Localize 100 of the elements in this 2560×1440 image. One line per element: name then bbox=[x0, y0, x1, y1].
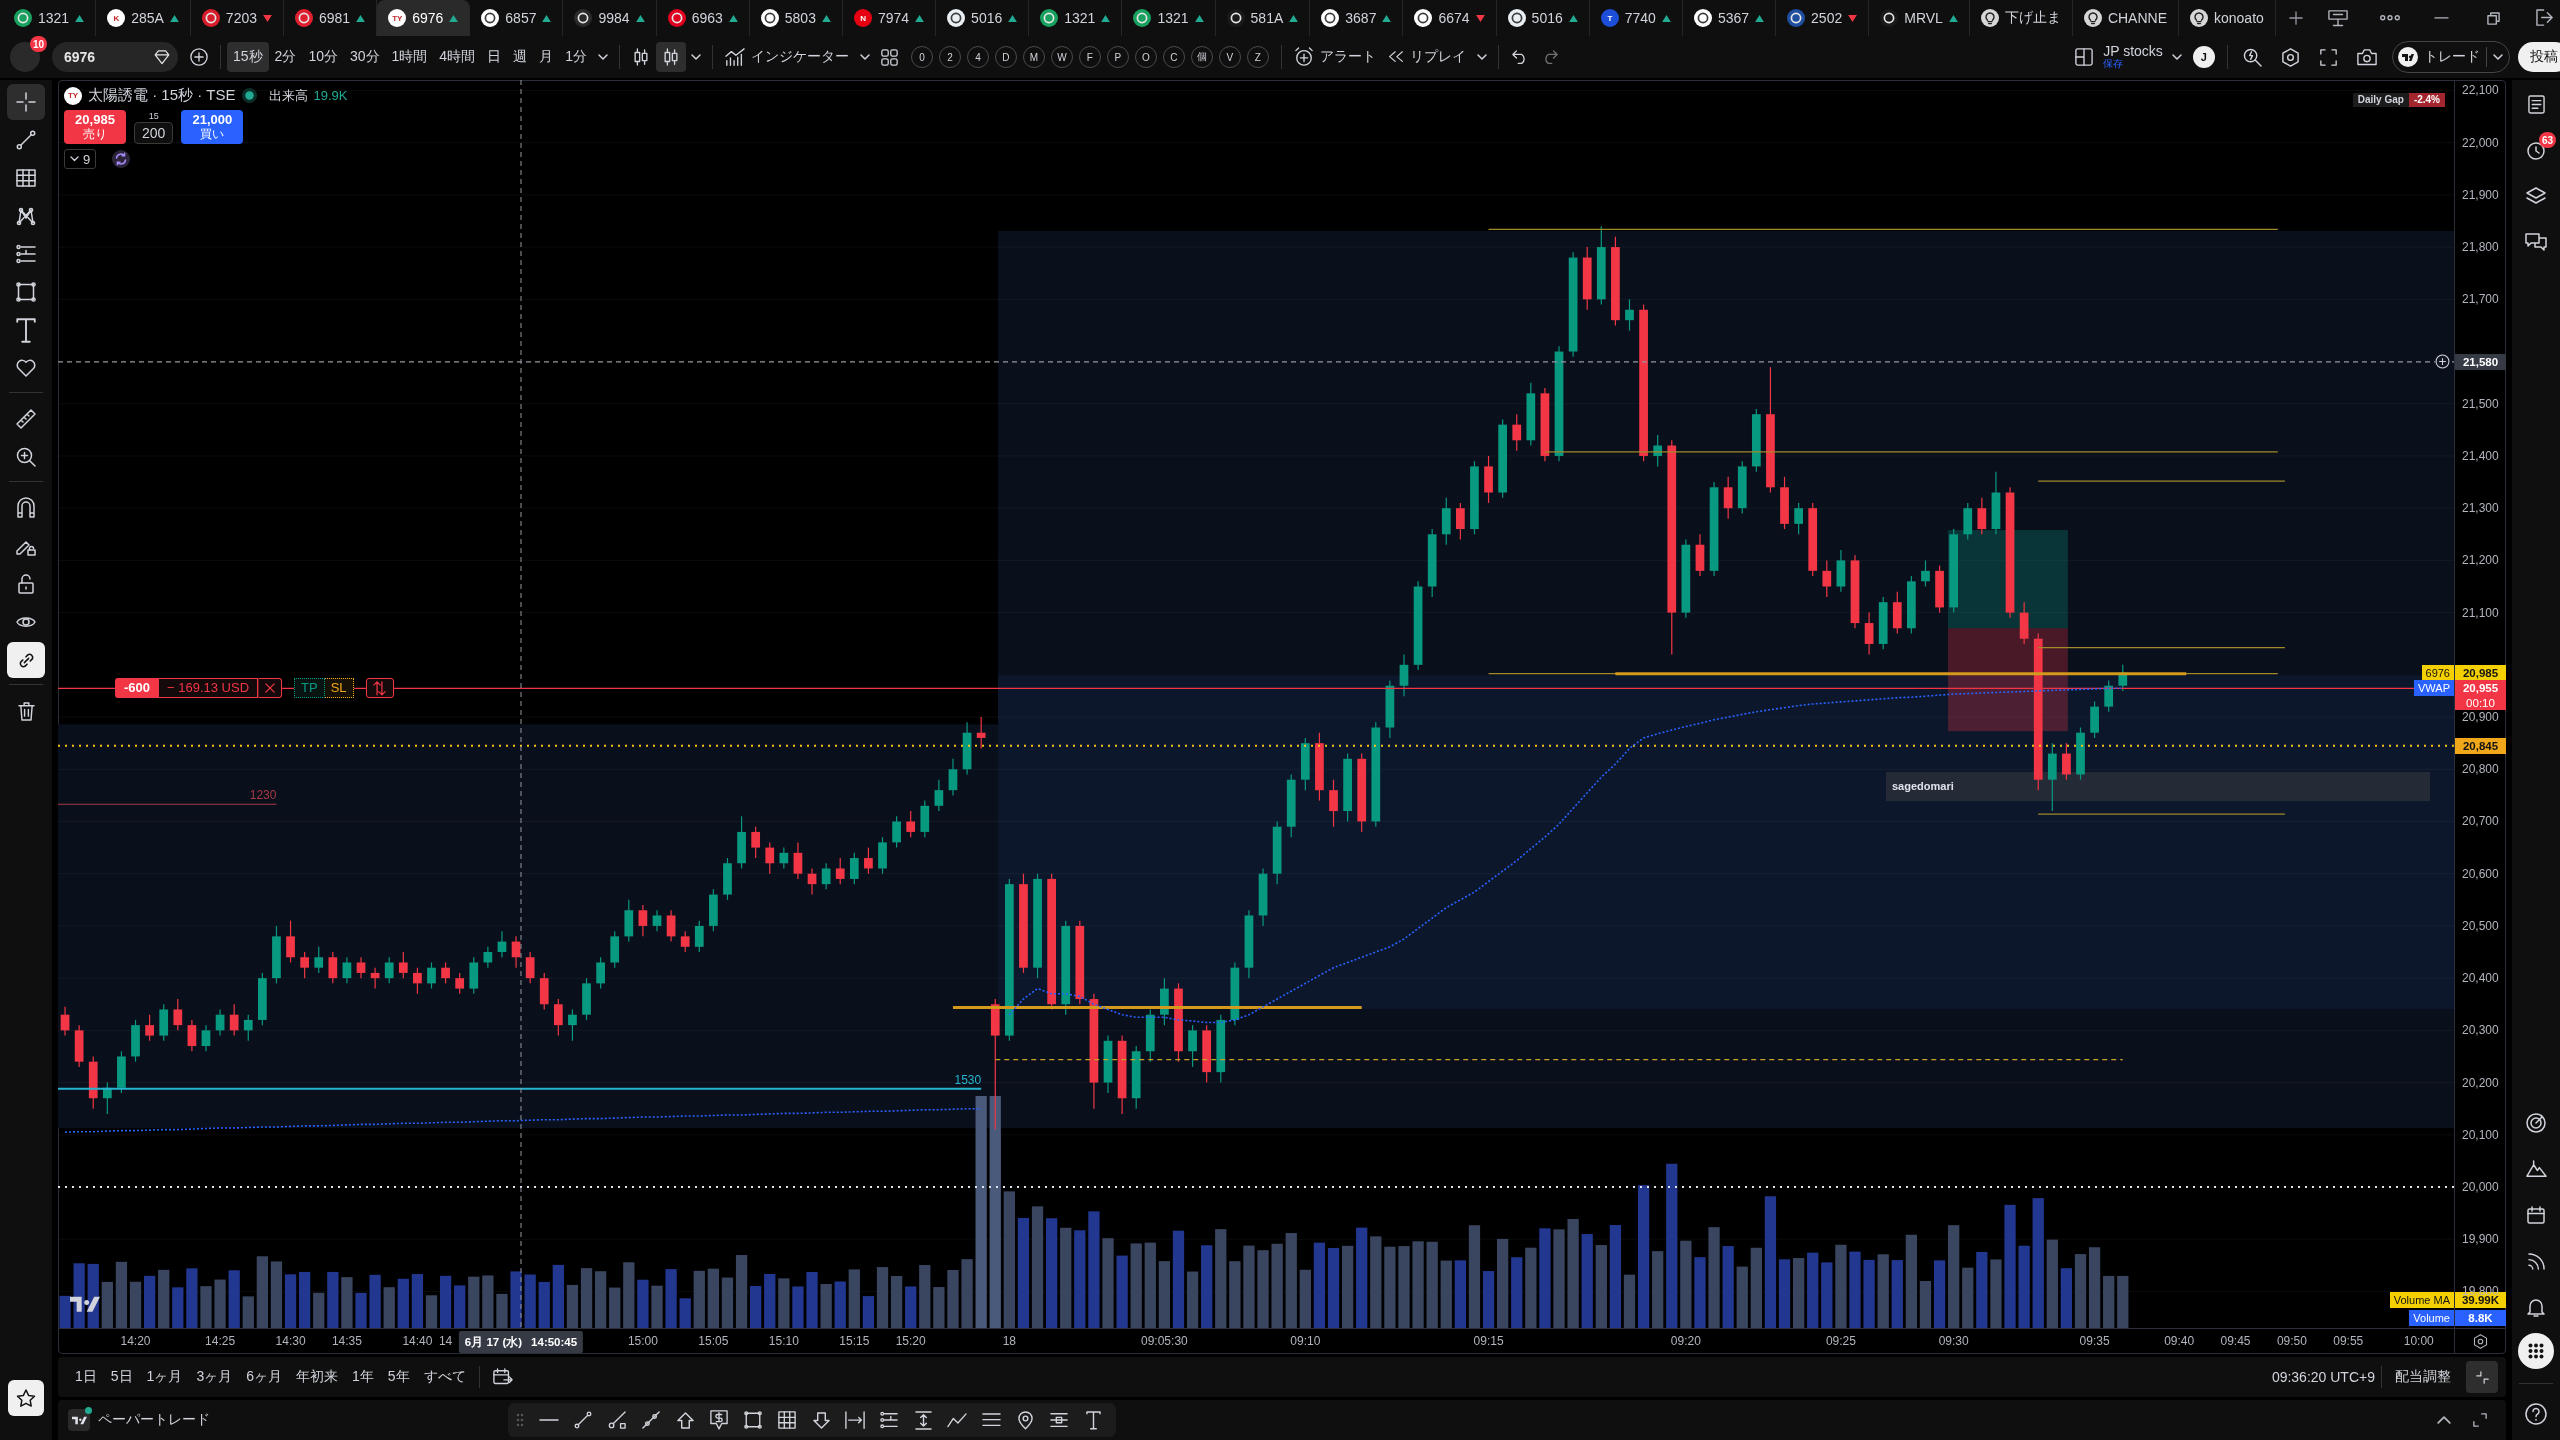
tv-logo-icon bbox=[2397, 47, 2418, 67]
ruler-icon bbox=[16, 409, 36, 429]
crosshair-tool[interactable] bbox=[7, 84, 45, 120]
sell-button[interactable]: 20,985 売り bbox=[64, 110, 126, 144]
close-position-button[interactable] bbox=[258, 678, 283, 699]
date-range-icon bbox=[845, 1410, 865, 1430]
volume-label: 出来高 bbox=[268, 86, 308, 105]
replay-button[interactable]: リプレイ bbox=[1381, 42, 1472, 72]
caret-icon bbox=[2171, 54, 2182, 60]
apps-icon bbox=[2528, 1343, 2544, 1359]
time-axis-label: 09:25 bbox=[1825, 1334, 1856, 1348]
price-axis-label: 22,000 bbox=[2462, 134, 2499, 151]
list-icon bbox=[2527, 94, 2545, 114]
candle bbox=[1216, 1014, 1226, 1084]
price-axis-label: 21,200 bbox=[2462, 552, 2499, 569]
crosshair-date: 6月 17 (水) bbox=[464, 1334, 523, 1350]
range-button[interactable]: 1日 bbox=[68, 1362, 104, 1392]
interval-button[interactable]: 2分 bbox=[268, 42, 303, 72]
link-toggle[interactable] bbox=[7, 642, 45, 678]
range-button[interactable]: 3ヶ月 bbox=[189, 1362, 240, 1392]
price-axis-label: 22,100 bbox=[2462, 82, 2499, 99]
time-axis-label: 18 bbox=[1002, 1334, 1016, 1348]
help-icon bbox=[2525, 1403, 2547, 1425]
time-axis-label: 14:20 bbox=[120, 1334, 151, 1348]
candle bbox=[243, 1014, 253, 1042]
range-button[interactable]: 年初来 bbox=[289, 1362, 345, 1392]
grid-icon bbox=[16, 168, 36, 188]
paper-trading-tab[interactable]: ペーパートレード bbox=[98, 1411, 210, 1429]
interval-button[interactable]: 月 bbox=[533, 42, 560, 72]
interval-button[interactable]: 日 bbox=[481, 42, 508, 72]
candle bbox=[1864, 612, 1874, 655]
candle bbox=[835, 857, 845, 885]
adjustment-button[interactable]: 配当調整 bbox=[2388, 1362, 2458, 1392]
time-axis-label: 09:05:30 bbox=[1141, 1334, 1188, 1348]
zoom-in-icon bbox=[16, 447, 36, 467]
interval-button[interactable]: 15秒 bbox=[227, 42, 269, 72]
layout-menu[interactable]: JP stocks 保存 bbox=[2099, 42, 2167, 72]
interval-button[interactable]: 4時間 bbox=[433, 42, 482, 72]
candle bbox=[539, 972, 549, 1011]
candle bbox=[849, 852, 859, 885]
publish-button[interactable]: 投稿 bbox=[2517, 42, 2560, 72]
time-axis-label: 09:45 bbox=[2220, 1334, 2251, 1348]
range-button[interactable]: 1ヶ月 bbox=[139, 1362, 190, 1392]
reverse-position-button[interactable] bbox=[365, 678, 394, 699]
alert-button[interactable]: アラート bbox=[1287, 42, 1382, 72]
range-button[interactable]: 1年 bbox=[345, 1362, 381, 1392]
range-button[interactable]: すべて bbox=[416, 1362, 473, 1392]
exit-icon bbox=[2536, 9, 2556, 27]
symbol-tab[interactable]: TY 6976 bbox=[377, 0, 471, 36]
candle bbox=[751, 826, 761, 859]
apps-button[interactable] bbox=[2518, 1333, 2554, 1369]
price-axis-label: 20,800 bbox=[2462, 761, 2499, 778]
interval-button[interactable]: 1時間 bbox=[385, 42, 434, 72]
stop-loss-button[interactable]: SL bbox=[324, 678, 354, 699]
range-button[interactable]: 6ヶ月 bbox=[239, 1362, 289, 1392]
indicators-toggle[interactable]: 9 bbox=[64, 149, 97, 169]
price-axis-label: 21,800 bbox=[2462, 239, 2499, 256]
caret-icon bbox=[1476, 54, 1487, 60]
axis-settings-button[interactable] bbox=[2473, 1334, 2488, 1349]
candle bbox=[723, 857, 732, 901]
chevron-down-icon bbox=[70, 156, 79, 162]
take-profit-button[interactable]: TP bbox=[294, 678, 325, 699]
interval-button[interactable]: 10分 bbox=[302, 42, 344, 72]
quantity-field[interactable]: 200 bbox=[134, 122, 174, 144]
indicators-button[interactable]: インジケーター bbox=[718, 42, 855, 72]
symbol-logo: T bbox=[1600, 9, 1619, 27]
status-dot-icon bbox=[85, 1407, 92, 1414]
collapse-button[interactable] bbox=[2466, 1361, 2498, 1393]
buy-button[interactable]: 21,000 買い bbox=[181, 110, 244, 144]
interval-button[interactable]: 30分 bbox=[343, 42, 386, 72]
caret-icon bbox=[690, 54, 701, 60]
range-button[interactable]: 5日 bbox=[103, 1362, 140, 1392]
candle bbox=[74, 1024, 84, 1068]
range-button[interactable]: 5年 bbox=[380, 1362, 417, 1392]
position-quantity: -600 bbox=[115, 678, 160, 699]
symbol-search-field[interactable]: 6976 bbox=[52, 42, 178, 72]
candle bbox=[582, 977, 591, 1021]
candle bbox=[88, 1055, 98, 1110]
layout-avatar[interactable]: J bbox=[2192, 46, 2215, 68]
interval-button[interactable]: 週 bbox=[507, 42, 534, 72]
trend-line-icon bbox=[574, 1411, 592, 1429]
crosshair-time: 14:50:45 bbox=[531, 1336, 578, 1348]
candle bbox=[1300, 737, 1310, 791]
candle bbox=[497, 930, 507, 958]
alerts-button[interactable]: 63 bbox=[2516, 130, 2556, 170]
candle bbox=[1427, 528, 1437, 598]
candle bbox=[398, 951, 408, 979]
favorites-button[interactable] bbox=[8, 1380, 44, 1416]
chart-type-button[interactable] bbox=[655, 42, 686, 72]
arrows-icon bbox=[373, 681, 387, 696]
grid-icon bbox=[778, 1411, 796, 1429]
candle bbox=[1625, 298, 1634, 332]
trash-icon bbox=[17, 701, 35, 721]
plus-circle-icon bbox=[190, 48, 208, 66]
interval-button[interactable]: 1分 bbox=[559, 42, 593, 72]
candle bbox=[173, 998, 183, 1031]
series-tag: VWAP bbox=[2414, 680, 2454, 697]
undo-icon bbox=[1511, 49, 1528, 65]
eye-icon bbox=[16, 616, 36, 628]
time-axis-label: 14:40 bbox=[402, 1334, 433, 1348]
